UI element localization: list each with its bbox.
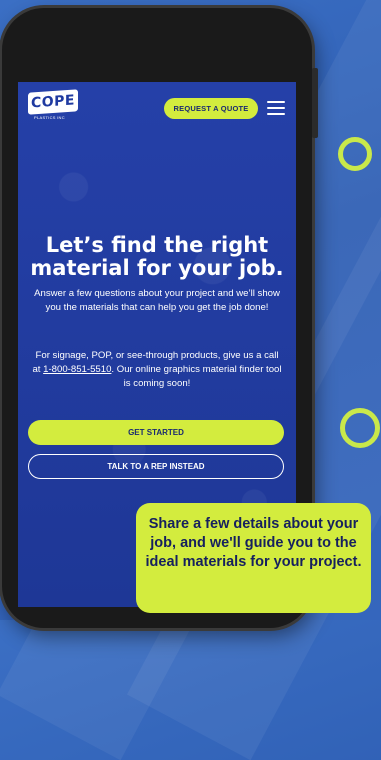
site-header: COPE PLASTICS INC REQUEST A QUOTE (18, 82, 296, 132)
phone-side-button (312, 68, 318, 138)
cope-logo[interactable]: COPE PLASTICS INC (28, 89, 80, 123)
call-text-tail: . Our online graphics material finder to… (111, 364, 282, 389)
callout-bubble: Share a few details about your job, and … (136, 503, 371, 613)
request-quote-button[interactable]: REQUEST A QUOTE (164, 98, 258, 119)
headline-line-2: material for your job. (30, 256, 284, 280)
phone-number-link[interactable]: 1-800-851-5510 (43, 364, 111, 375)
get-started-button[interactable]: GET STARTED (28, 420, 284, 445)
decorative-ring (338, 137, 372, 171)
intro-text: Answer a few questions about your projec… (34, 288, 280, 313)
logo-wordmark: COPE (28, 89, 78, 115)
talk-to-rep-button[interactable]: TALK TO A REP INSTEAD (28, 454, 284, 479)
decorative-ring (340, 408, 380, 448)
page-headline: Let’s find the right material for your j… (18, 234, 296, 280)
headline-line-1: Let’s find the right (45, 233, 269, 257)
call-text: For signage, POP, or see-through product… (32, 349, 282, 391)
logo-subtext: PLASTICS INC (34, 115, 65, 120)
hamburger-menu-icon[interactable] (267, 101, 285, 115)
